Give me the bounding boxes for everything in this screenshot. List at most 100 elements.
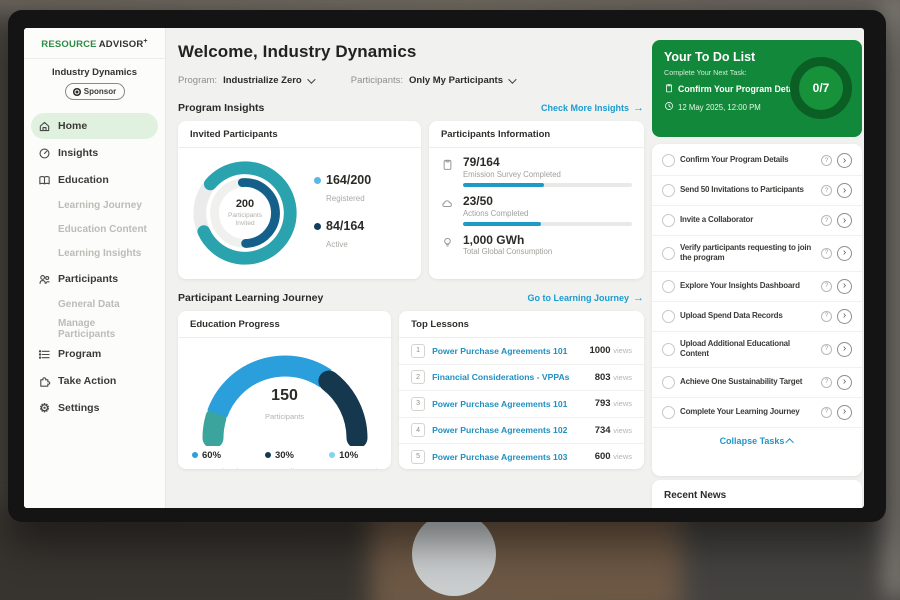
lesson-link[interactable]: Power Purchase Agreements 103 [432, 452, 588, 462]
task-checkbox[interactable] [662, 154, 675, 167]
page-title: Welcome, Industry Dynamics [178, 42, 644, 62]
chevron-right-button[interactable]: › [837, 153, 852, 168]
task-checkbox[interactable] [662, 376, 675, 389]
lesson-row: 3 Power Purchase Agreements 101 793 view… [399, 391, 644, 418]
info-icon[interactable]: ? [821, 185, 832, 196]
section-program-insights: Program Insights [178, 102, 264, 114]
lesson-row: 4 Power Purchase Agreements 102 734 view… [399, 418, 644, 445]
go-to-learning-journey-link[interactable]: Go to Learning Journey → [527, 292, 644, 304]
legend-registered: 164/200Registered [314, 174, 371, 206]
sidebar-item-program[interactable]: Program [31, 341, 158, 367]
task-checkbox[interactable] [662, 247, 675, 260]
participants-information-card: Participants Information 79/164 Emission… [429, 121, 644, 279]
sidebar-item-take-action[interactable]: Take Action [31, 368, 158, 394]
top-lessons-card: Top Lessons 1 Power Purchase Agreements … [399, 311, 644, 469]
lesson-link[interactable]: Power Purchase Agreements 101 [432, 399, 588, 409]
monitor-stand [412, 512, 496, 596]
task-row-explore-insights: Explore Your Insights Dashboard ? › [652, 272, 862, 302]
participants-filter-dropdown[interactable]: Only My Participants [409, 75, 514, 86]
legend-dot [314, 223, 321, 230]
legend-pending: 30%Pending [265, 450, 303, 469]
logo-plus: + [143, 38, 147, 45]
donut-center-value: 200 [236, 198, 254, 212]
lightbulb-icon [441, 234, 455, 257]
chevron-right-button[interactable]: › [837, 246, 852, 261]
sidebar-item-education-content[interactable]: Education Content [31, 218, 158, 241]
clock-icon [664, 101, 674, 113]
recent-news-card: Recent News [652, 480, 862, 508]
recent-news-title: Recent News [652, 480, 862, 508]
monitor-bezel: RESOURCEADVISOR+ Industry Dynamics Spons… [8, 10, 886, 522]
sidebar-item-learning-insights[interactable]: Learning Insights [31, 242, 158, 265]
info-icon[interactable]: ? [821, 248, 832, 259]
lesson-link[interactable]: Power Purchase Agreements 101 [432, 346, 582, 356]
info-icon[interactable]: ? [821, 377, 832, 388]
task-row-send-invitations: Send 50 Invitations to Participants ? › [652, 176, 862, 206]
sidebar-item-insights[interactable]: Insights [31, 140, 158, 166]
info-icon[interactable]: ? [821, 155, 832, 166]
participants-filter-label: Participants: [351, 75, 403, 86]
legend-dot [314, 177, 321, 184]
todo-next-task: Confirm Your Program Details [678, 84, 803, 94]
chevron-right-button[interactable]: › [837, 183, 852, 198]
sidebar-item-general-data[interactable]: General Data [31, 293, 158, 316]
task-checkbox[interactable] [662, 406, 675, 419]
insights-gauge-icon [38, 147, 51, 160]
stat-actions-completed: 23/50 Actions Completed [429, 187, 644, 226]
filters-row: Program: Industrialize Zero Participants… [178, 75, 644, 86]
lesson-link[interactable]: Power Purchase Agreements 102 [432, 425, 588, 435]
logo-advisor: ADVISOR [99, 39, 144, 50]
task-row-complete-learning-journey: Complete Your Learning Journey ? › [652, 398, 862, 428]
info-icon[interactable]: ? [821, 344, 832, 355]
chevron-right-button[interactable]: › [837, 342, 852, 357]
task-row-confirm-program: Confirm Your Program Details ? › [652, 146, 862, 176]
legend-dot [329, 452, 335, 458]
gauge-center-value: 150 [190, 386, 380, 405]
task-checkbox[interactable] [662, 214, 675, 227]
education-gauge-chart: 150 Participants [190, 342, 380, 446]
take-action-icon [38, 375, 51, 388]
logo-resource: RESOURCE [41, 39, 96, 50]
invited-participants-card: Invited Participants 200 Participants I [178, 121, 421, 279]
chevron-right-button[interactable]: › [837, 279, 852, 294]
todo-counter: 0/7 [813, 81, 830, 95]
info-icon[interactable]: ? [821, 407, 832, 418]
chevron-right-button[interactable]: › [837, 375, 852, 390]
chevron-right-button[interactable]: › [837, 309, 852, 324]
sidebar-item-settings[interactable]: ⚙ Settings [31, 395, 158, 421]
lesson-link[interactable]: Financial Considerations - VPPAs [432, 372, 588, 382]
list-icon [38, 348, 51, 361]
task-checkbox[interactable] [662, 184, 675, 197]
sponsor-icon [73, 88, 81, 96]
task-row-verify-participants: Verify participants requesting to join t… [652, 236, 862, 272]
task-checkbox[interactable] [662, 280, 675, 293]
task-checkbox[interactable] [662, 310, 675, 323]
sidebar-item-participants[interactable]: Participants [31, 266, 158, 292]
info-icon[interactable]: ? [821, 311, 832, 322]
legend-not-started: 10%Not Started [329, 450, 377, 469]
gear-icon: ⚙ [38, 402, 51, 415]
program-filter-dropdown[interactable]: Industrialize Zero [223, 75, 313, 86]
check-more-insights-link[interactable]: Check More Insights → [541, 102, 644, 114]
chevron-right-button[interactable]: › [837, 213, 852, 228]
todo-summary-card: Your To Do List Complete Your Next Task:… [652, 40, 862, 137]
sidebar-item-learning-journey[interactable]: Learning Journey [31, 194, 158, 217]
task-checkbox[interactable] [662, 343, 675, 356]
todo-column: Your To Do List Complete Your Next Task:… [652, 28, 862, 508]
org-name: Industry Dynamics [24, 67, 165, 78]
sidebar-item-home[interactable]: Home [31, 113, 158, 139]
stat-emission-survey: 79/164 Emission Survey Completed [429, 148, 644, 187]
todo-tasks-card: Confirm Your Program Details ? › Send 50… [652, 144, 862, 476]
legend-active: 84/164Active [314, 220, 371, 252]
chevron-right-button[interactable]: › [837, 405, 852, 420]
info-icon[interactable]: ? [821, 215, 832, 226]
collapse-tasks-link[interactable]: Collapse Tasks [652, 428, 862, 450]
sidebar-item-education[interactable]: Education [31, 167, 158, 193]
todo-due-date: 12 May 2025, 12:00 PM [678, 103, 761, 112]
home-icon [38, 120, 51, 133]
info-icon[interactable]: ? [821, 281, 832, 292]
card-title-info: Participants Information [429, 121, 644, 148]
sidebar-item-manage-participants[interactable]: Manage Participants [31, 317, 158, 340]
task-row-achieve-target: Achieve One Sustainability Target ? › [652, 368, 862, 398]
section-learning-journey: Participant Learning Journey [178, 292, 323, 304]
